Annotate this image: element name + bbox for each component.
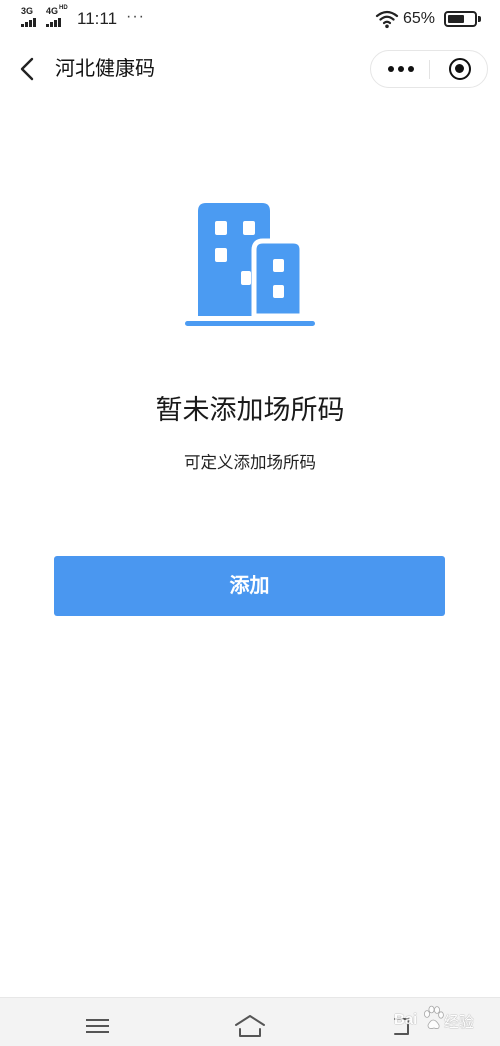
mini-program-capsule (370, 50, 488, 88)
battery-icon (444, 11, 477, 27)
menu-icon[interactable] (86, 1019, 109, 1033)
signal-icon: 3G (21, 6, 45, 30)
watermark-brand: Bai (394, 1011, 418, 1028)
page-title: 河北健康码 (55, 58, 155, 80)
battery-percent: 65% (403, 10, 436, 27)
target-icon[interactable] (449, 58, 471, 80)
wifi-icon (375, 10, 399, 29)
signal-bars (21, 18, 36, 27)
more-dots-icon[interactable] (388, 66, 414, 72)
home-icon[interactable] (232, 1013, 268, 1039)
capsule-divider (429, 60, 430, 79)
signal-icon: 4G HD (46, 5, 70, 30)
battery-nub (478, 16, 481, 22)
network-type-label: 4G (46, 6, 59, 16)
signal-bars (46, 18, 61, 27)
buildings-icon (185, 203, 315, 326)
chevron-left-icon[interactable] (14, 55, 40, 83)
empty-state-title: 暂未添加场所码 (155, 395, 345, 425)
add-button[interactable]: 添加 (54, 556, 445, 616)
status-time: 11:11 (77, 9, 118, 28)
watermark-logo: Bai 经验 (394, 1002, 484, 1038)
status-bar: 3G 4G HD 11:11 ··· 65% (0, 0, 500, 38)
empty-state-subtitle: 可定义添加场所码 (184, 454, 316, 472)
network-hd-badge: HD (59, 5, 68, 11)
watermark-label: 经验 (444, 1014, 475, 1031)
battery-level-fill (448, 15, 465, 23)
network-type-label: 3G (21, 6, 34, 16)
notification-more-indicator: ··· (126, 8, 145, 25)
paw-icon (424, 1005, 444, 1029)
